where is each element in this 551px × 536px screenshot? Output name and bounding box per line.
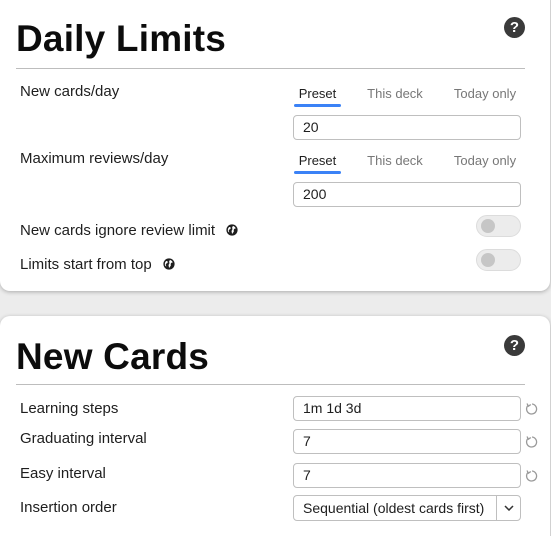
revert-icon[interactable] (525, 435, 539, 449)
easy-interval-input[interactable]: 7 (293, 463, 521, 488)
globe-icon (163, 258, 175, 270)
maximum-reviews-per-day-input[interactable]: 200 (293, 182, 521, 207)
new-cards-per-day-label: New cards/day (20, 83, 120, 100)
insertion-order-value: Sequential (oldest cards first) (303, 500, 485, 516)
divider (16, 384, 525, 385)
chevron-down-icon (496, 496, 520, 520)
graduating-interval-input[interactable]: 7 (293, 429, 521, 454)
new-cards-card: New Cards ? Learning steps 1m 1d 3d Grad… (0, 316, 550, 536)
tab-this-deck[interactable]: This deck (364, 153, 426, 168)
new-cards-per-day-input[interactable]: 20 (293, 115, 521, 140)
tab-today-only[interactable]: Today only (449, 153, 521, 168)
limits-start-from-top-toggle[interactable] (476, 249, 521, 271)
daily-limits-title: Daily Limits (16, 18, 227, 59)
limits-start-from-top-label: Limits start from top (20, 256, 175, 273)
help-icon[interactable]: ? (504, 335, 525, 356)
help-icon[interactable]: ? (504, 17, 525, 38)
globe-icon (226, 224, 238, 236)
learning-steps-label: Learning steps (20, 400, 119, 417)
daily-limits-card: Daily Limits ? New cards/day Preset This… (0, 0, 550, 291)
revert-icon[interactable] (525, 469, 539, 483)
easy-interval-label: Easy interval (20, 465, 106, 482)
maximum-reviews-per-day-label: Maximum reviews/day (20, 150, 169, 167)
new-cards-ignore-review-limit-text: New cards ignore review limit (20, 222, 216, 239)
limits-start-from-top-text: Limits start from top (20, 256, 152, 273)
new-cards-ignore-review-limit-toggle[interactable] (476, 215, 521, 237)
divider (16, 68, 525, 69)
insertion-order-label: Insertion order (20, 499, 117, 516)
tab-preset[interactable]: Preset (294, 86, 341, 107)
toggle-knob (481, 253, 495, 267)
insertion-order-select[interactable]: Sequential (oldest cards first) (293, 495, 521, 521)
revert-icon[interactable] (525, 402, 539, 416)
graduating-interval-label: Graduating interval (20, 430, 147, 447)
tab-this-deck[interactable]: This deck (364, 86, 426, 101)
new-cards-title: New Cards (16, 336, 210, 377)
tab-preset[interactable]: Preset (294, 153, 341, 174)
toggle-knob (481, 219, 495, 233)
learning-steps-input[interactable]: 1m 1d 3d (293, 396, 521, 421)
tab-today-only[interactable]: Today only (449, 86, 521, 101)
new-cards-ignore-review-limit-label: New cards ignore review limit (20, 222, 238, 239)
